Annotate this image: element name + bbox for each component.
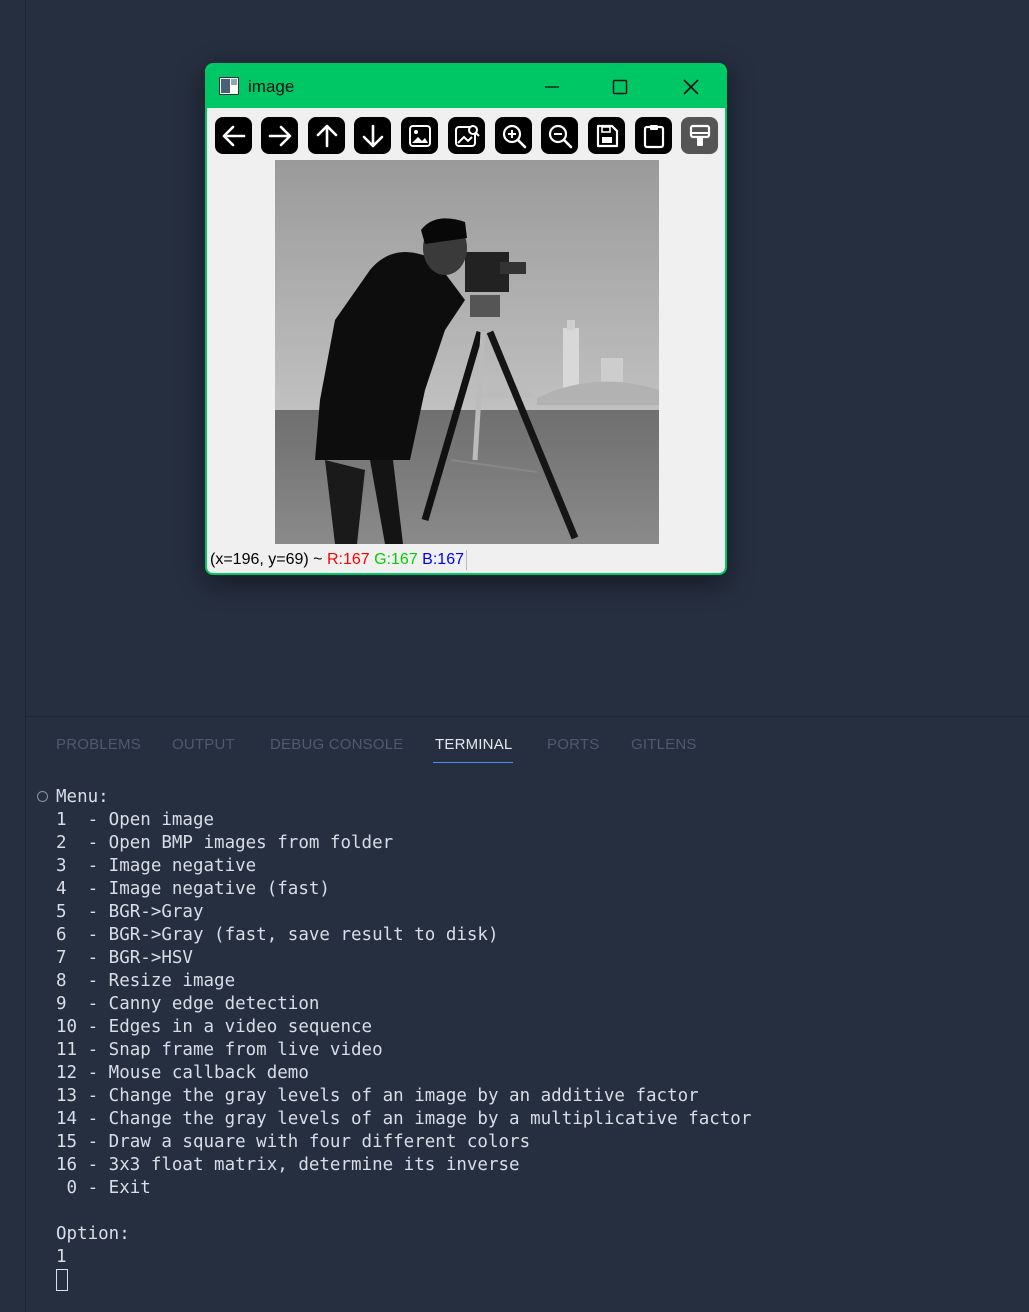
pan-right-button[interactable] xyxy=(261,117,298,154)
image-window[interactable]: image (x=196, y=69) ~ R:167 G:167 B:167 xyxy=(205,63,727,575)
active-tab-indicator xyxy=(433,762,513,763)
tab-terminal[interactable]: TERMINAL xyxy=(435,736,512,753)
pixel-status-bar: (x=196, y=69) ~ R:167 G:167 B:167 xyxy=(210,550,467,570)
panel-divider xyxy=(26,716,1029,717)
terminal-line: 8 - Resize image xyxy=(56,971,236,991)
arrow-left-icon xyxy=(222,125,245,146)
window-titlebar[interactable]: image xyxy=(207,65,725,108)
terminal-line: 6 - BGR->Gray (fast, save result to disk… xyxy=(56,925,499,945)
activity-gutter xyxy=(0,0,26,1312)
zoom-fit-button[interactable] xyxy=(448,117,485,154)
maximize-button[interactable] xyxy=(597,65,643,108)
terminal-line: 11 - Snap frame from live video xyxy=(56,1040,383,1060)
window-app-icon xyxy=(219,77,239,95)
window-title: image xyxy=(248,77,295,96)
copy-button[interactable] xyxy=(635,117,672,154)
zoom-out-button[interactable] xyxy=(541,117,578,154)
pan-left-button[interactable] xyxy=(215,117,252,154)
zoom-out-icon xyxy=(548,124,572,148)
properties-button[interactable] xyxy=(681,117,718,154)
terminal-line: 7 - BGR->HSV xyxy=(56,948,193,968)
terminal-line: 16 - 3x3 float matrix, determine its inv… xyxy=(56,1155,520,1175)
close-button[interactable] xyxy=(668,65,714,108)
pan-down-button[interactable] xyxy=(354,117,391,154)
status-separator xyxy=(465,550,467,570)
terminal-line: 9 - Canny edge detection xyxy=(56,994,320,1014)
image-fit-icon xyxy=(454,124,480,147)
pixel-blue-value: B:167 xyxy=(422,551,464,569)
terminal-line: 4 - Image negative (fast) xyxy=(56,879,330,899)
zoom-in-icon xyxy=(502,124,526,148)
tab-ports[interactable]: PORTS xyxy=(547,736,599,753)
terminal-line: 2 - Open BMP images from folder xyxy=(56,833,394,853)
terminal-line: 1 xyxy=(56,1247,67,1267)
arrow-down-icon xyxy=(362,124,383,147)
terminal-cursor xyxy=(56,1269,68,1291)
zoom-in-button[interactable] xyxy=(495,117,532,154)
minimize-icon xyxy=(545,85,559,88)
command-status-circle-icon xyxy=(37,791,48,802)
terminal-line: 13 - Change the gray levels of an image … xyxy=(56,1086,699,1106)
tab-problems[interactable]: PROBLEMS xyxy=(56,736,141,753)
terminal-line: 10 - Edges in a video sequence xyxy=(56,1017,373,1037)
arrow-up-icon xyxy=(316,124,337,147)
displayed-image[interactable] xyxy=(275,160,659,544)
pixel-red-value: R:167 xyxy=(326,551,370,569)
tab-debug-console[interactable]: DEBUG CONSOLE xyxy=(270,736,403,753)
pan-up-button[interactable] xyxy=(308,117,345,154)
terminal-line: 0 - Exit xyxy=(56,1178,151,1198)
tab-output[interactable]: OUTPUT xyxy=(172,736,235,753)
paint-brush-icon xyxy=(689,124,710,146)
terminal-line: 15 - Draw a square with four different c… xyxy=(56,1132,531,1152)
save-button[interactable] xyxy=(588,117,625,154)
pixel-coordinates: (x=196, y=69) ~ xyxy=(210,551,323,569)
terminal-line: 12 - Mouse callback demo xyxy=(56,1063,309,1083)
tab-gitlens[interactable]: GITLENS xyxy=(631,736,697,753)
pixel-green-value: G:167 xyxy=(374,551,418,569)
terminal-cursor-line[interactable] xyxy=(56,1269,751,1294)
maximize-icon xyxy=(612,79,628,94)
clipboard-icon xyxy=(643,124,664,148)
terminal-line: 1 - Open image xyxy=(56,810,215,830)
terminal-line: 14 - Change the gray levels of an image … xyxy=(56,1109,752,1129)
terminal-line: Menu: xyxy=(56,787,109,807)
zoom-original-button[interactable] xyxy=(401,117,438,154)
minimize-button[interactable] xyxy=(529,65,575,108)
terminal-line: 5 - BGR->Gray xyxy=(56,902,204,922)
terminal-line: 3 - Image negative xyxy=(56,856,257,876)
arrow-right-icon xyxy=(268,125,291,146)
terminal-line: Option: xyxy=(56,1224,130,1244)
save-icon xyxy=(596,124,618,147)
terminal-output[interactable]: Menu: 1 - Open image 2 - Open BMP images f… xyxy=(56,786,751,1294)
close-icon xyxy=(683,78,699,95)
image-icon xyxy=(408,124,431,147)
